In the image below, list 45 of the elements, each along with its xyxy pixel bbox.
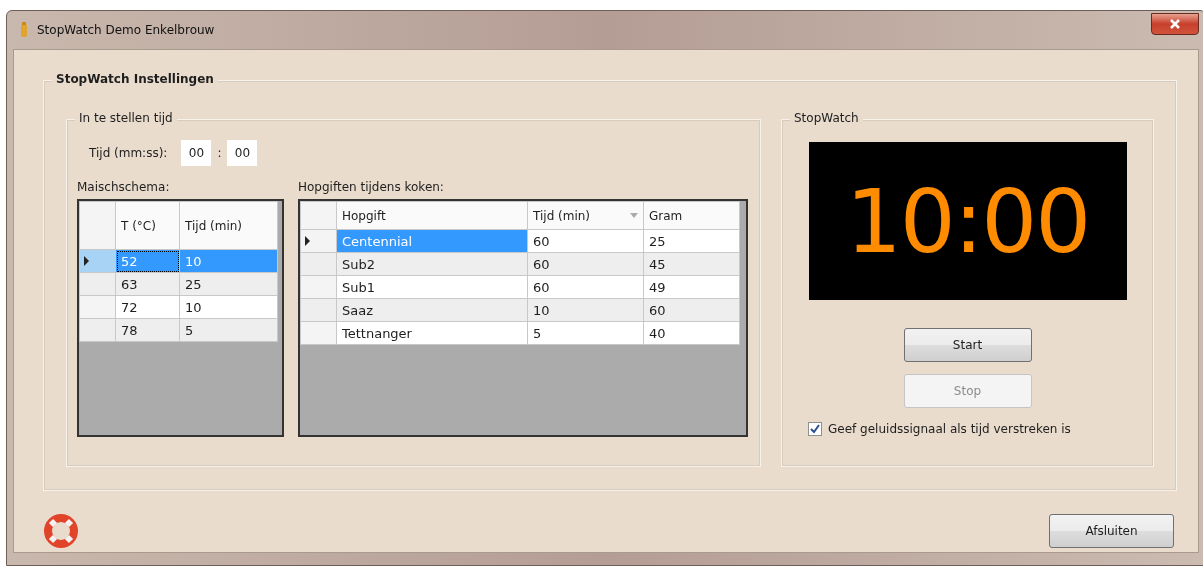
table-cell: Centennial xyxy=(336,229,528,253)
grid-label: Maischschema: xyxy=(77,180,171,194)
table-cell: Saaz xyxy=(336,298,528,322)
checkbox-label: Geef geluidssignaal als tijd verstreken is xyxy=(828,422,1071,436)
group-title: StopWatch xyxy=(790,111,863,125)
table-cell: 72 xyxy=(115,295,180,319)
minutes-field[interactable]: 00 xyxy=(181,140,212,166)
table-cell: 60 xyxy=(527,275,644,299)
table-cell: 10 xyxy=(179,295,278,319)
seconds-field[interactable]: 00 xyxy=(227,140,258,166)
column-header[interactable]: Tijd (min) xyxy=(179,201,278,250)
group-title: StopWatch Instellingen xyxy=(52,72,218,86)
row-header[interactable] xyxy=(79,249,116,273)
current-row-icon xyxy=(84,255,89,266)
lifebuoy-icon xyxy=(43,513,79,549)
table-cell: 25 xyxy=(643,229,740,253)
window-title: StopWatch Demo Enkelbrouw xyxy=(37,23,215,37)
data-grid[interactable]: Hopgift Tijd (min) Gram Centennial 60 25 Sub2 60 45 Sub1 60 49 Saaz 10 60 Tettnanger 5 40 xyxy=(298,199,748,437)
table-cell: 49 xyxy=(643,275,740,299)
close-button[interactable] xyxy=(1151,13,1199,35)
column-header[interactable]: Gram xyxy=(643,201,740,230)
app-icon xyxy=(19,22,29,38)
table-cell: Sub2 xyxy=(336,252,528,276)
table-cell: 60 xyxy=(527,229,644,253)
column-header[interactable]: Hopgift xyxy=(336,201,528,230)
column-header[interactable]: T (°C) xyxy=(115,201,180,250)
checkbox[interactable] xyxy=(808,422,822,436)
grid-label: Hopgiften tijdens koken: xyxy=(298,180,445,194)
current-row-icon xyxy=(305,235,310,246)
table-cell: 5 xyxy=(527,321,644,345)
close-icon xyxy=(1169,19,1181,29)
column-header[interactable]: Tijd (min) xyxy=(527,201,644,230)
table-cell: 10 xyxy=(527,298,644,322)
timer-display: 10:00 xyxy=(808,142,1127,300)
data-grid[interactable]: T (°C) Tijd (min) 52 10 63 25 72 10 78 5 xyxy=(77,199,284,437)
time-label: Tijd (mm:ss): xyxy=(89,146,168,160)
table-cell: 40 xyxy=(643,321,740,345)
table-cell: Tettnanger xyxy=(336,321,528,345)
row-header[interactable] xyxy=(300,229,337,253)
push-button[interactable]: Afsluiten xyxy=(1049,514,1174,548)
time-separator: : xyxy=(217,146,222,160)
table-cell: 60 xyxy=(527,252,644,276)
table-cell: Sub1 xyxy=(336,275,528,299)
push-button[interactable]: Start xyxy=(903,328,1032,362)
group-title: In te stellen tijd xyxy=(75,111,177,125)
